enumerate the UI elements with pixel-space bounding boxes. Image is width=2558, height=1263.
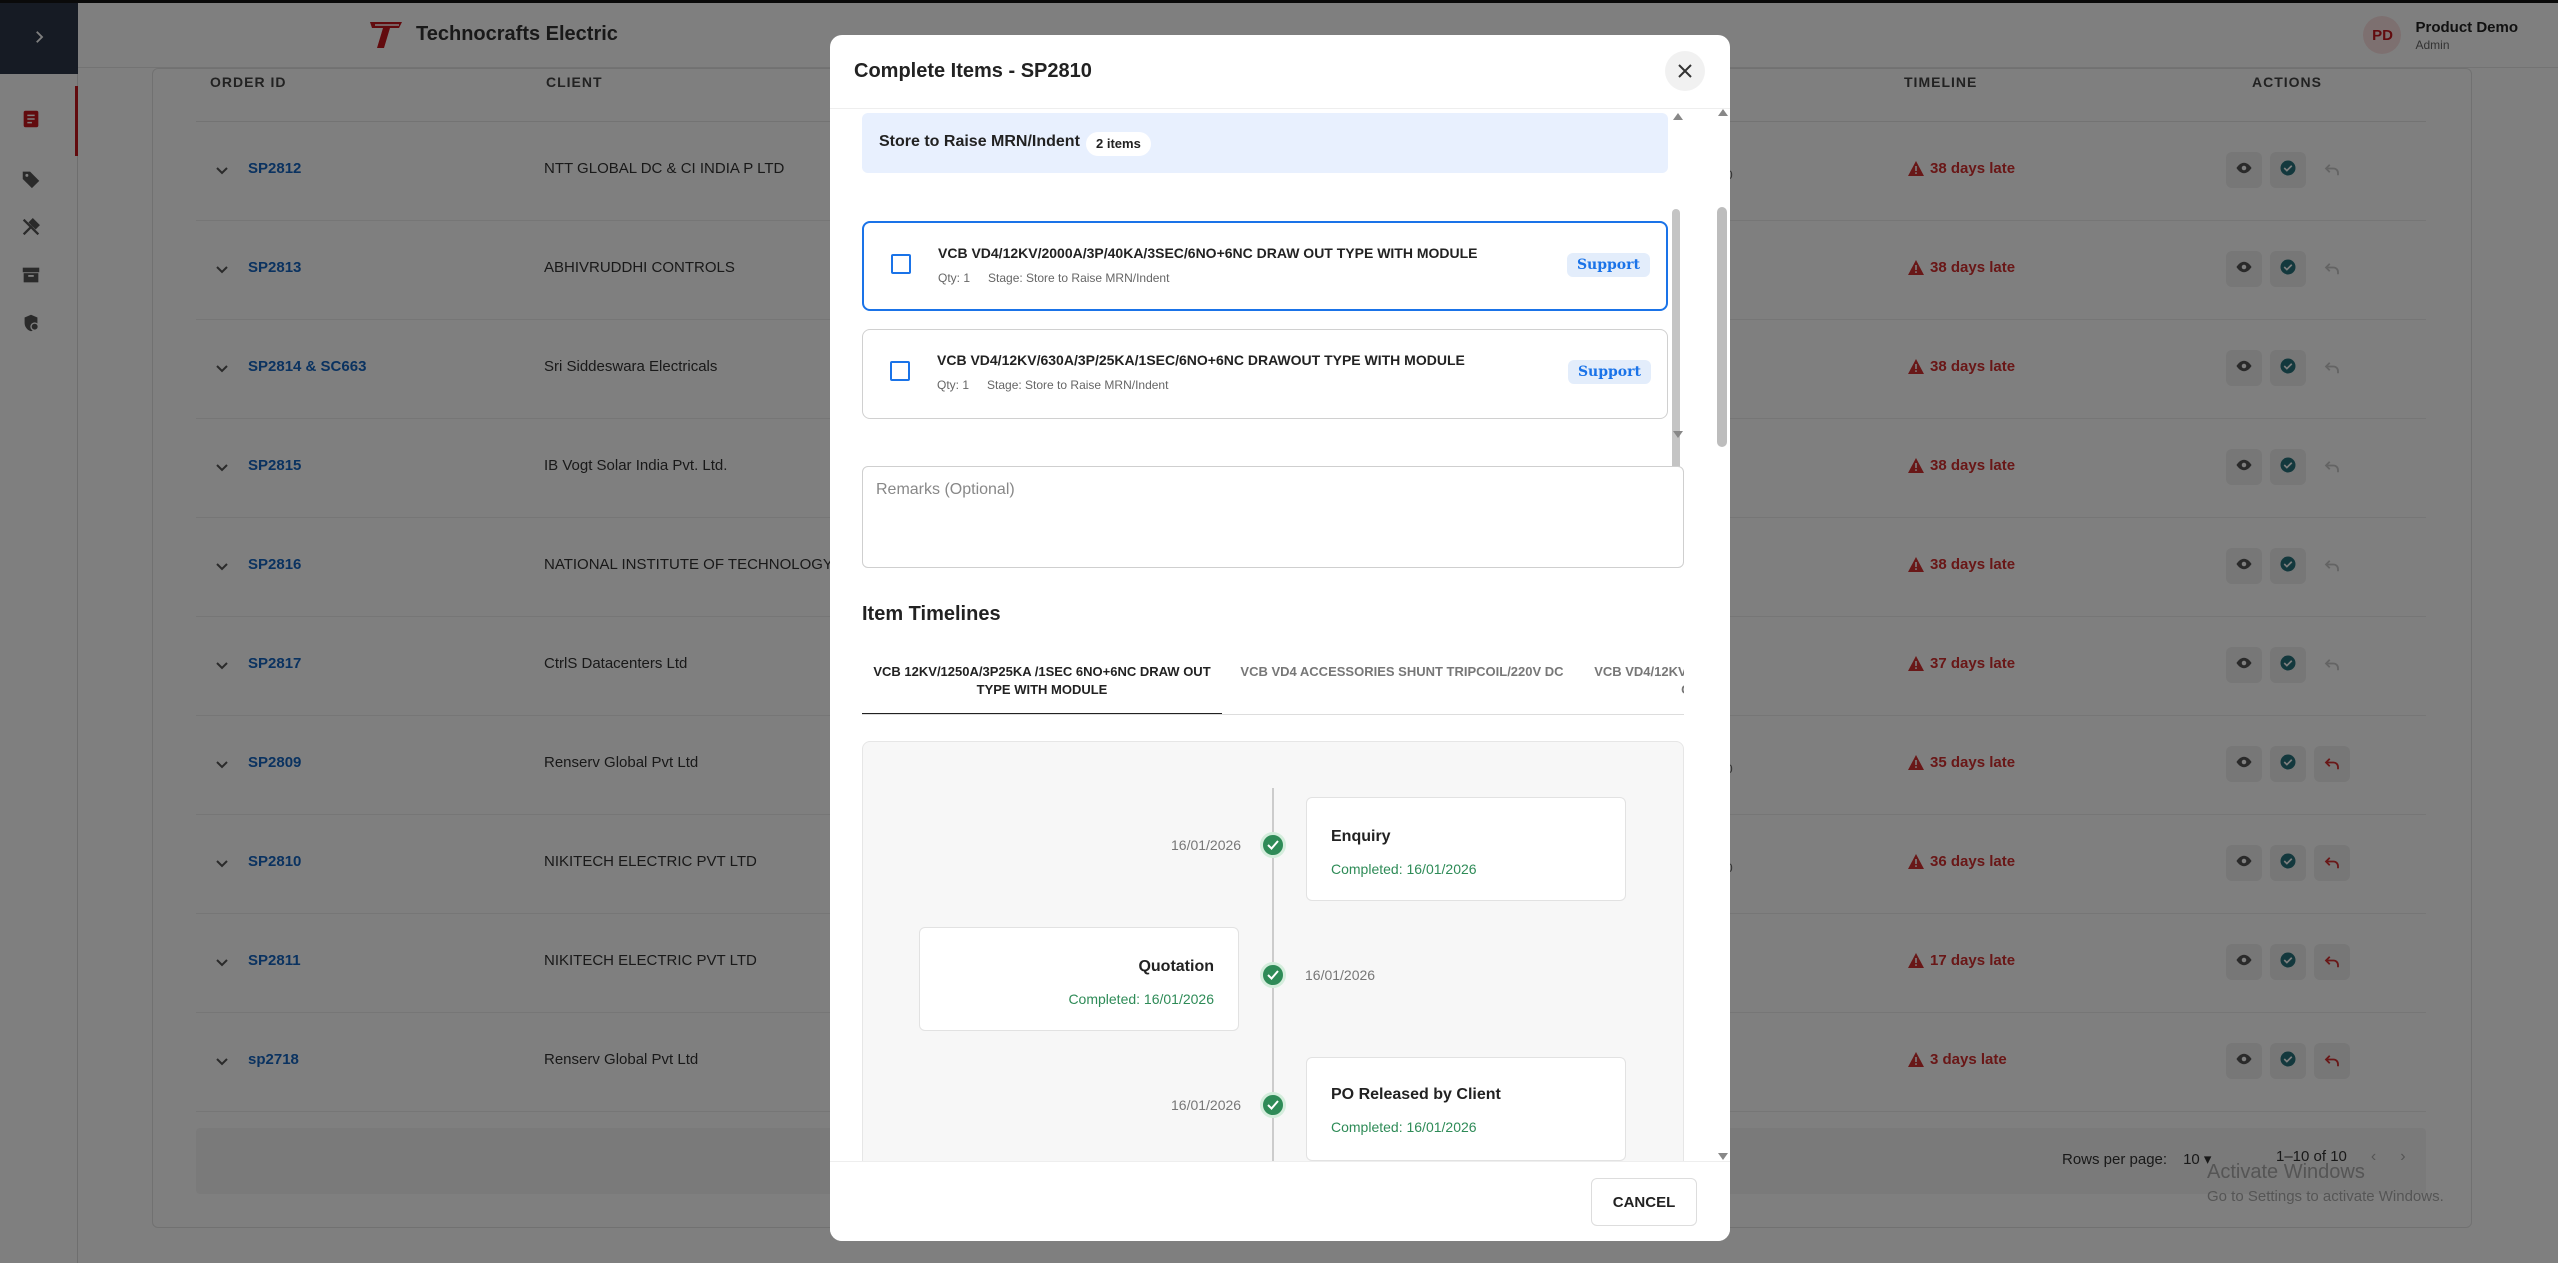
top-border bbox=[0, 0, 2558, 3]
scroll-down-arrow[interactable] bbox=[1718, 1153, 1728, 1160]
timeline-panel: 16/01/2026 Enquiry Completed: 16/01/2026… bbox=[862, 741, 1684, 1161]
step-date: 16/01/2026 bbox=[1171, 837, 1242, 853]
item-name: VCB VD4/12KV/630A/3P/25KA/1SEC/6NO+6NC D… bbox=[937, 352, 1465, 368]
items-scrollbar[interactable] bbox=[1672, 209, 1680, 499]
cancel-button[interactable]: CANCEL bbox=[1591, 1178, 1697, 1226]
stage-header: Store to Raise MRN/Indent 2 items bbox=[862, 113, 1668, 173]
item-checkbox[interactable] bbox=[891, 254, 911, 274]
item-qty: Qty: 1 bbox=[938, 271, 971, 285]
step-status: Completed: 16/01/2026 bbox=[1068, 991, 1214, 1007]
item-stage: Stage: Store to Raise MRN/Indent bbox=[987, 378, 1169, 392]
tab-item-1[interactable]: VCB 12KV/1250A/3P25KA /1SEC 6NO+6NC DRAW… bbox=[862, 663, 1222, 714]
item-category-badge: Support bbox=[1566, 253, 1650, 277]
close-button[interactable] bbox=[1665, 51, 1705, 91]
timeline-tabs: VCB 12KV/1250A/3P25KA /1SEC 6NO+6NC DRAW… bbox=[862, 656, 1684, 715]
tab-item-2[interactable]: VCB VD4 ACCESSORIES SHUNT TRIPCOIL/220V … bbox=[1222, 663, 1582, 714]
items-scroll-down-arrow[interactable] bbox=[1673, 431, 1683, 438]
items-scroll-up-arrow[interactable] bbox=[1673, 113, 1683, 120]
dialog-footer: CANCEL bbox=[830, 1161, 1730, 1241]
item-card[interactable]: VCB VD4/12KV/2000A/3P/40KA/3SEC/6NO+6NC … bbox=[862, 221, 1668, 311]
remarks-input[interactable] bbox=[862, 466, 1684, 568]
timeline-step-card: Quotation Completed: 16/01/2026 bbox=[919, 927, 1239, 1031]
item-meta: Qty: 1 Stage: Store to Raise MRN/Indent bbox=[938, 271, 1169, 285]
item-timelines-title: Item Timelines bbox=[862, 603, 1001, 625]
item-qty: Qty: 1 bbox=[937, 378, 970, 392]
step-name: Quotation bbox=[1138, 958, 1214, 975]
timeline-step-card: Enquiry Completed: 16/01/2026 bbox=[1306, 797, 1626, 901]
step-complete-icon bbox=[1260, 1092, 1286, 1118]
tab-item-3[interactable]: VCB VD4/12KV/2000A/3P/40KA/3SEC/6NO+6NC … bbox=[1582, 663, 1684, 714]
step-status: Completed: 16/01/2026 bbox=[1331, 1119, 1477, 1135]
dialog-scrollbar[interactable] bbox=[1717, 207, 1727, 447]
item-category-badge: Support bbox=[1567, 360, 1651, 384]
step-status: Completed: 16/01/2026 bbox=[1331, 861, 1477, 877]
step-date: 16/01/2026 bbox=[1305, 967, 1376, 983]
step-name: PO Released by Client bbox=[1331, 1086, 1501, 1103]
close-icon bbox=[1678, 64, 1692, 78]
step-complete-icon bbox=[1260, 832, 1286, 858]
item-card[interactable]: VCB VD4/12KV/630A/3P/25KA/1SEC/6NO+6NC D… bbox=[862, 329, 1668, 419]
timeline-step-card: PO Released by Client Completed: 16/01/2… bbox=[1306, 1057, 1626, 1161]
stage-title: Store to Raise MRN/Indent bbox=[879, 133, 1080, 150]
step-date: 16/01/2026 bbox=[1171, 1097, 1242, 1113]
step-name: Enquiry bbox=[1331, 828, 1391, 845]
scroll-up-arrow[interactable] bbox=[1718, 109, 1728, 116]
stage-item-count-badge: 2 items bbox=[1086, 132, 1151, 156]
item-stage: Stage: Store to Raise MRN/Indent bbox=[988, 271, 1170, 285]
item-name: VCB VD4/12KV/2000A/3P/40KA/3SEC/6NO+6NC … bbox=[938, 245, 1478, 261]
dialog-title: Complete Items - SP2810 bbox=[854, 60, 1092, 82]
item-meta: Qty: 1 Stage: Store to Raise MRN/Indent bbox=[937, 378, 1168, 392]
item-checkbox[interactable] bbox=[890, 361, 910, 381]
complete-items-dialog: Complete Items - SP2810 Store to Raise M… bbox=[830, 35, 1730, 1241]
step-complete-icon bbox=[1260, 962, 1286, 988]
dialog-header: Complete Items - SP2810 bbox=[830, 35, 1730, 109]
dialog-body: Store to Raise MRN/Indent 2 items VCB VD… bbox=[830, 109, 1730, 1161]
